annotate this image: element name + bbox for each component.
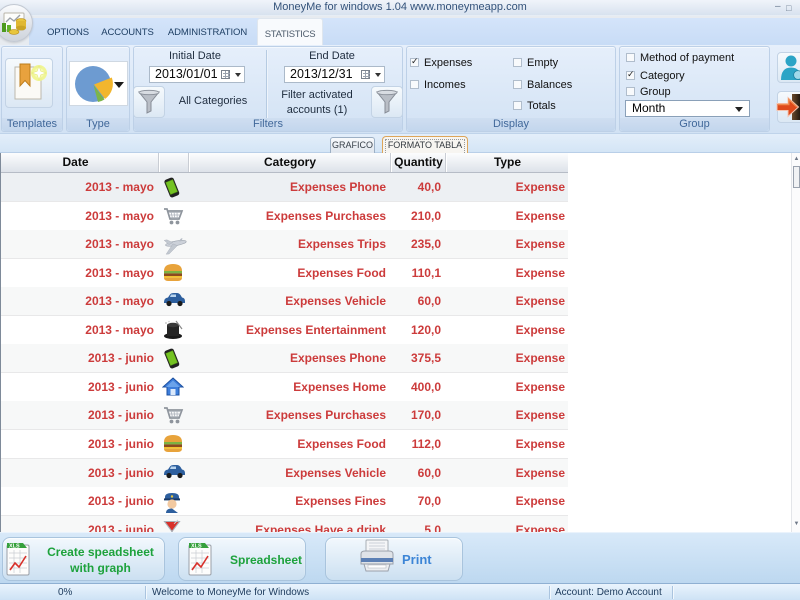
svg-text:XLS: XLS [9,543,20,549]
svg-text:XLS: XLS [191,543,202,549]
